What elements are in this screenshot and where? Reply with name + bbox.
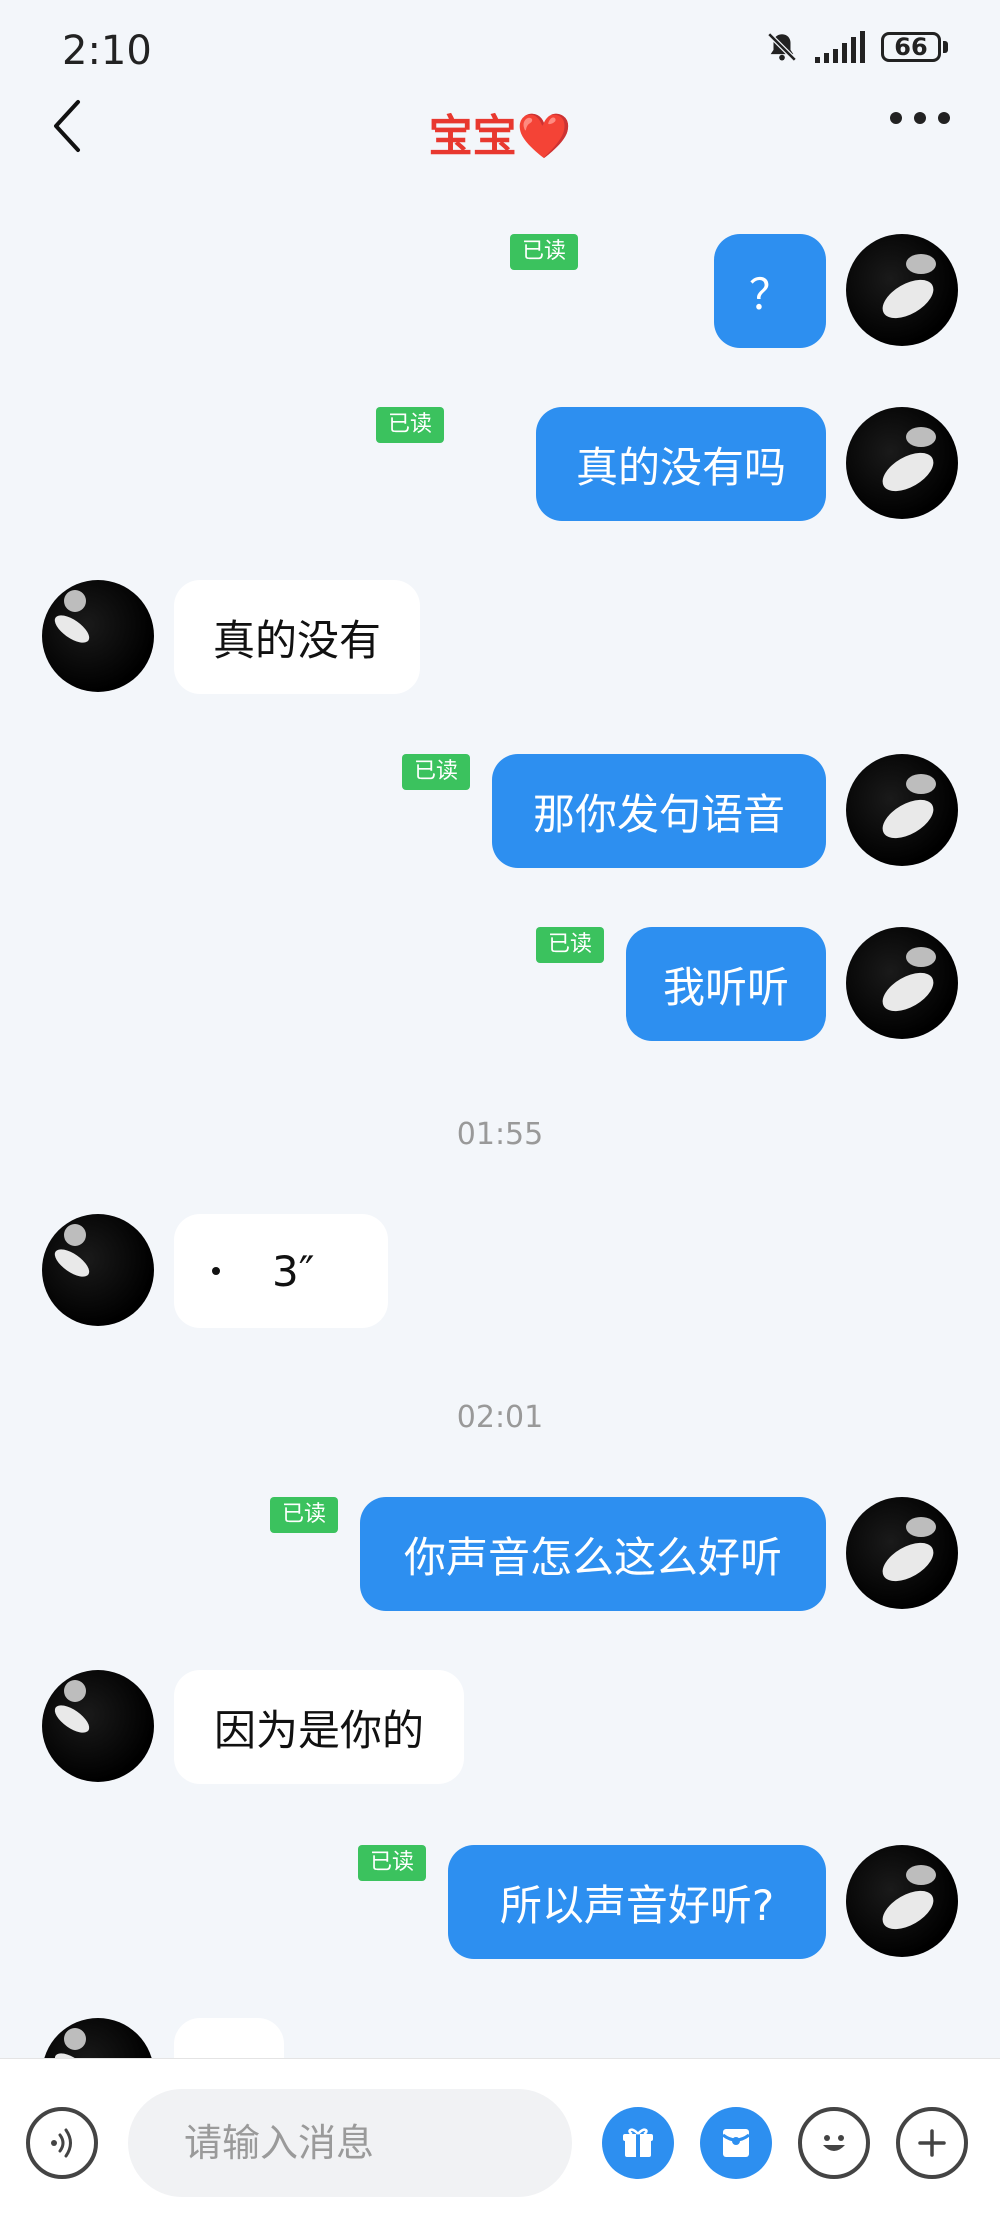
message-bubble[interactable]: 那你发句语音 — [492, 754, 826, 868]
status-icons: 66 — [765, 30, 948, 64]
battery-icon: 66 — [881, 32, 948, 62]
message-row: 已读 ？ — [0, 234, 1000, 350]
read-badge: 已读 — [375, 407, 444, 443]
avatar[interactable] — [846, 1845, 958, 1957]
message-bubble[interactable]: 真的没有吗 — [536, 407, 826, 521]
plus-icon — [918, 2129, 946, 2157]
message-row: 已读 真的没有吗 — [0, 407, 1000, 523]
voice-input-button[interactable] — [26, 2107, 98, 2179]
plus-button[interactable] — [896, 2107, 968, 2179]
timestamp: 01:55 — [456, 1117, 544, 1152]
avatar[interactable] — [846, 927, 958, 1039]
voice-wave-icon — [51, 2128, 72, 2158]
message-bubble[interactable]: 真的没有 — [174, 580, 420, 694]
signal-icon — [815, 31, 865, 63]
emoji-icon — [823, 2135, 845, 2151]
message-bubble[interactable]: 因为是你的 — [174, 1670, 464, 1784]
red-packet-button[interactable] — [700, 2107, 772, 2179]
voice-message-bubble[interactable]: 3″ — [174, 1214, 388, 1328]
avatar[interactable] — [846, 1497, 958, 1609]
timestamp: 02:01 — [456, 1400, 544, 1435]
emoji-button[interactable] — [798, 2107, 870, 2179]
voice-wave-icon — [212, 1267, 220, 1275]
read-badge: 已读 — [401, 754, 470, 790]
gift-icon — [623, 2128, 653, 2157]
message-row: 已读 我听听 — [0, 927, 1000, 1043]
message-row: 因为是你的 — [0, 1670, 1000, 1786]
message-row: 已读 那你发句语音 — [0, 754, 1000, 870]
bell-muted-icon — [767, 32, 797, 62]
read-badge: 已读 — [269, 1497, 338, 1533]
avatar[interactable] — [42, 580, 154, 692]
message-row: 真的没有 — [0, 580, 1000, 696]
red-packet-icon — [722, 2129, 750, 2157]
avatar[interactable] — [846, 754, 958, 866]
chat-title: 宝宝❤️ — [428, 111, 572, 162]
message-bubble[interactable]: 你声音怎么这么好听 — [360, 1497, 826, 1611]
message-row: 3″ — [0, 1214, 1000, 1330]
message-input[interactable] — [128, 2089, 572, 2197]
message-bubble[interactable]: 我听听 — [626, 927, 826, 1041]
message-row: 已读 你声音怎么这么好听 — [0, 1497, 1000, 1613]
battery-level: 66 — [881, 32, 941, 62]
message-bubble[interactable]: 所以声音好听? — [448, 1845, 826, 1959]
voice-duration: 3″ — [272, 1246, 315, 1296]
read-badge: 已读 — [357, 1845, 426, 1881]
avatar[interactable] — [42, 1670, 154, 1782]
avatar[interactable] — [846, 407, 958, 519]
gift-button[interactable] — [602, 2107, 674, 2179]
read-badge: 已读 — [509, 234, 578, 270]
avatar[interactable] — [42, 1214, 154, 1326]
input-bar — [0, 2058, 1000, 2226]
read-badge: 已读 — [535, 927, 604, 963]
message-row: 已读 所以声音好听? — [0, 1845, 1000, 1961]
more-options-button[interactable] — [890, 112, 950, 124]
avatar[interactable] — [846, 234, 958, 346]
more-dots-icon — [890, 112, 902, 124]
message-bubble[interactable]: ？ — [714, 234, 826, 348]
status-time: 2:10 — [62, 28, 152, 74]
